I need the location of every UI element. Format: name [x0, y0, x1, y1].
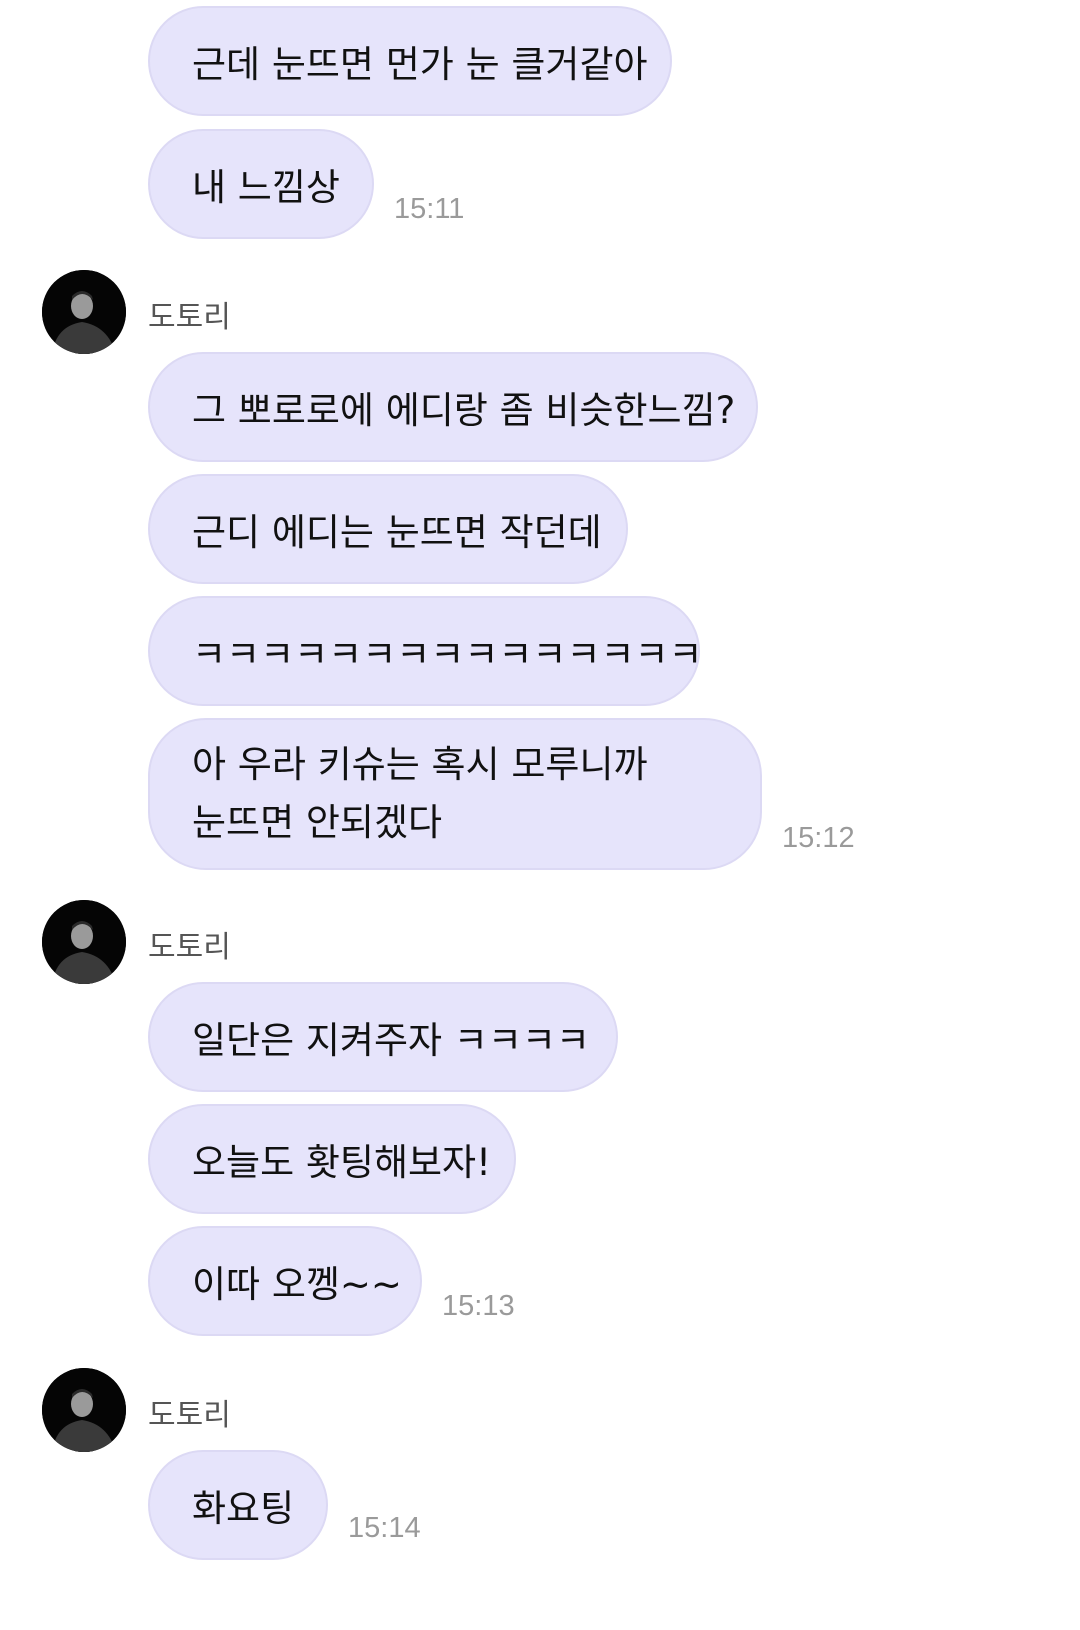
message-timestamp: 15:12 — [782, 822, 855, 854]
message-bubble[interactable]: 그 뽀로로에 에디랑 좀 비슷한느낌? — [148, 352, 758, 462]
message-text: 그 뽀로로에 에디랑 좀 비슷한느낌? — [192, 389, 736, 432]
message-timestamp: 15:11 — [394, 193, 465, 225]
message-bubble[interactable]: 오늘도 홧팅해보자! — [148, 1104, 516, 1214]
sender-avatar[interactable] — [42, 1368, 126, 1452]
profile-photo-icon — [42, 1368, 126, 1452]
message-bubble[interactable]: 아 우라 키슈는 혹시 모루니까 눈뜨면 안되겠다 — [148, 718, 762, 870]
message-text: 이따 오껭~~ — [192, 1263, 402, 1306]
message-text: 오늘도 홧팅해보자! — [192, 1141, 491, 1184]
message-text: 근데 눈뜨면 먼가 눈 클거같아 — [192, 43, 648, 86]
sender-name: 도토리 — [148, 300, 231, 335]
message-bubble[interactable]: 화요팅 — [148, 1450, 328, 1560]
message-bubble[interactable]: 내 느낌상 — [148, 129, 374, 239]
message-text: 화요팅 — [192, 1487, 295, 1530]
message-bubble[interactable]: 일단은 지켜주자 ㅋㅋㅋㅋ — [148, 982, 618, 1092]
chat-message-list[interactable]: 근데 눈뜨면 먼가 눈 클거같아 내 느낌상 15:11 도토리 그 뽀로로에 … — [0, 0, 1080, 1630]
sender-avatar[interactable] — [42, 900, 126, 984]
message-bubble[interactable]: 이따 오껭~~ — [148, 1226, 422, 1336]
message-bubble[interactable]: 근데 눈뜨면 먼가 눈 클거같아 — [148, 6, 672, 116]
message-text-line: 눈뜨면 안되겠다 — [192, 801, 443, 844]
message-text: 근디 에디는 눈뜨면 작던데 — [192, 511, 602, 554]
message-text: ㅋㅋㅋㅋㅋㅋㅋㅋㅋㅋㅋㅋㅋㅋㅋ — [192, 633, 703, 676]
message-bubble[interactable]: 근디 에디는 눈뜨면 작던데 — [148, 474, 628, 584]
message-text-line: 아 우라 키슈는 혹시 모루니까 — [192, 743, 648, 786]
message-text: 내 느낌상 — [192, 166, 340, 209]
message-text: 일단은 지켜주자 ㅋㅋㅋㅋ — [192, 1019, 590, 1062]
profile-photo-icon — [42, 900, 126, 984]
sender-name: 도토리 — [148, 930, 231, 965]
message-bubble[interactable]: ㅋㅋㅋㅋㅋㅋㅋㅋㅋㅋㅋㅋㅋㅋㅋ — [148, 596, 703, 706]
message-timestamp: 15:14 — [348, 1512, 421, 1544]
profile-photo-icon — [42, 270, 126, 354]
sender-avatar[interactable] — [42, 270, 126, 354]
sender-name: 도토리 — [148, 1398, 231, 1433]
message-timestamp: 15:13 — [442, 1290, 515, 1322]
